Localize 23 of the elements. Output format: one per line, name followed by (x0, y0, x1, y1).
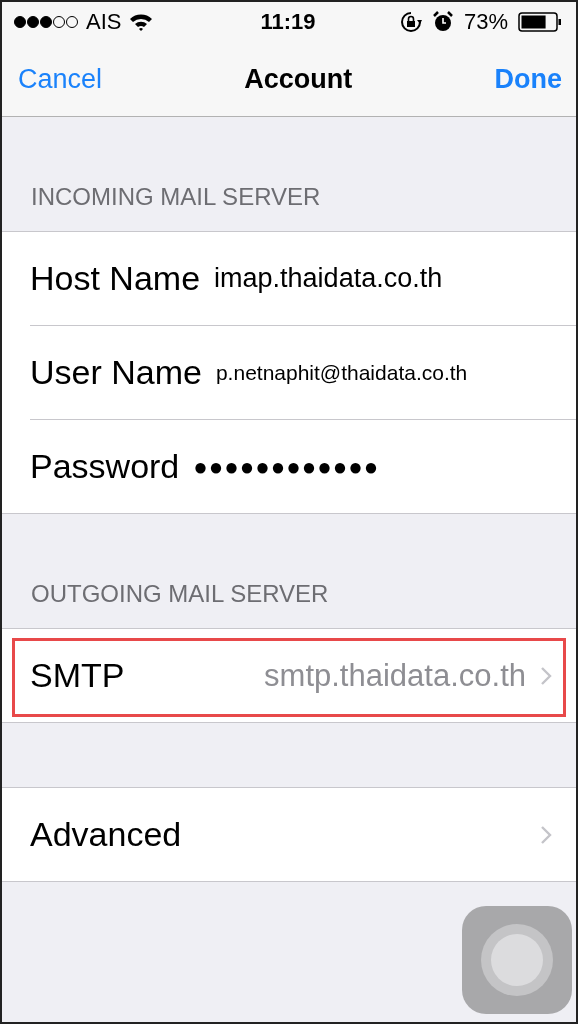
section-header: OUTGOING MAIL SERVER (31, 580, 329, 608)
carrier-name: AIS (86, 9, 122, 35)
rotation-lock-icon (399, 11, 422, 33)
section-header: INCOMING MAIL SERVER (31, 183, 321, 211)
signal-icon (14, 15, 78, 29)
assistive-touch-button[interactable] (462, 906, 572, 1014)
wifi-icon (129, 13, 154, 31)
text-field[interactable]: imap.thaidata.co.th (214, 263, 552, 294)
chevron-icon (540, 824, 552, 845)
row-value: smtp.thaidata.co.th (263, 657, 526, 694)
nav-title: Account (244, 63, 353, 95)
row-label: Password (30, 447, 180, 486)
row-label: User Name (30, 353, 202, 392)
battery-icon (518, 12, 562, 32)
password-field[interactable]: ●●●●●●●●●●●● (193, 452, 552, 481)
row-label: SMTP (30, 656, 125, 695)
battery-percentage: 73% (463, 9, 508, 35)
row-label: Host Name (30, 259, 201, 298)
text-field[interactable]: p.netnaphit@thaidata.co.th (215, 360, 552, 385)
clock-time: 11:19 (260, 9, 316, 35)
row-label: Advanced (30, 815, 182, 854)
alarm-icon (431, 11, 454, 33)
chevron-icon (540, 665, 552, 686)
